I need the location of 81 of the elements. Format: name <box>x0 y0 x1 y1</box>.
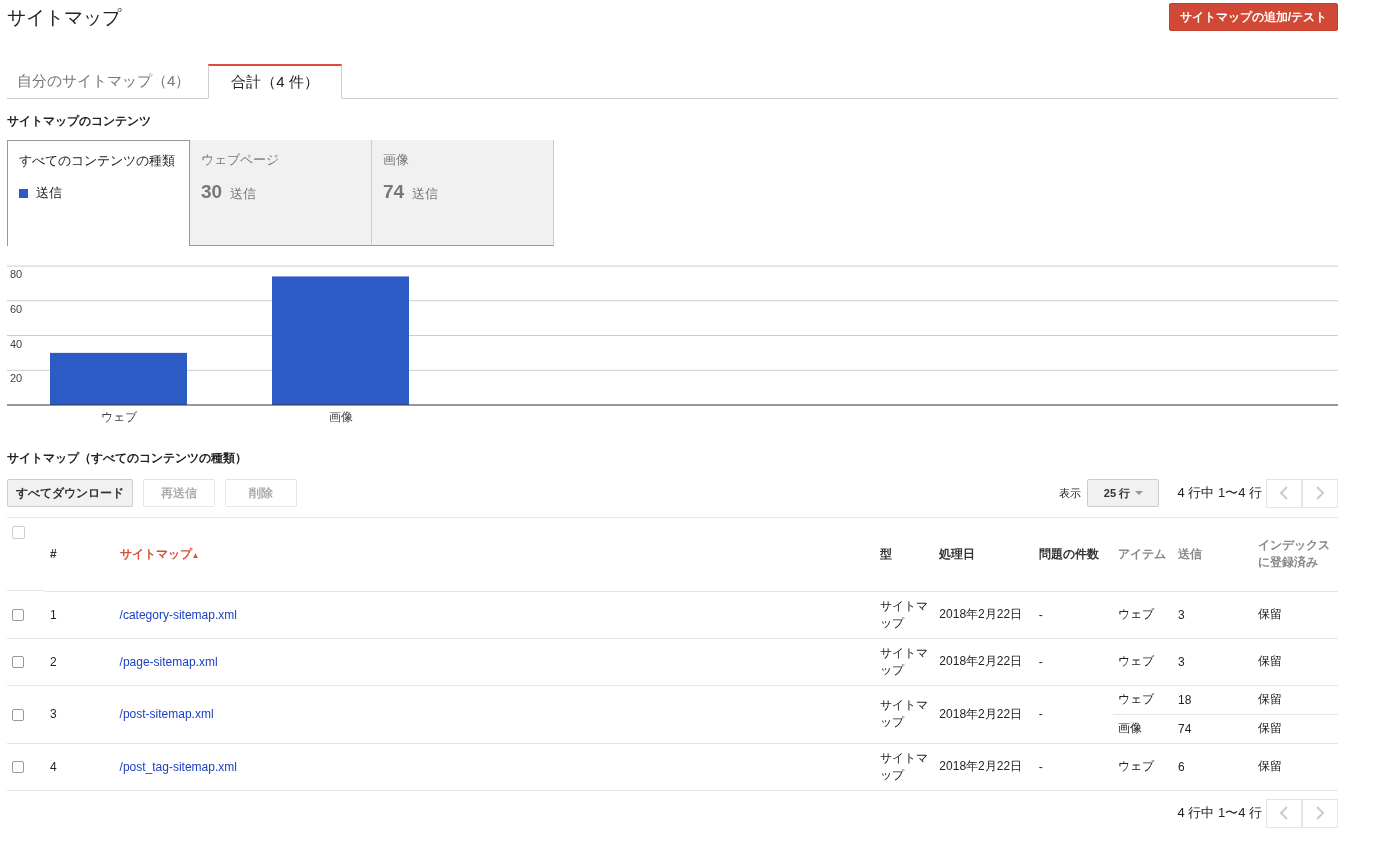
row-number: 2 <box>50 654 57 669</box>
table-cell: ウェブ <box>1118 607 1155 621</box>
y-tick-label: 40 <box>10 337 23 350</box>
table-cell: 2018年2月22日 <box>939 607 1023 621</box>
table-cell: 保留 <box>1257 721 1282 735</box>
table-cell: ウェブ <box>1118 692 1155 706</box>
table-cell: サイトマップ <box>879 698 928 729</box>
section-heading: サイトマップのコンテンツ <box>7 113 152 130</box>
count-value: 74 <box>383 181 405 203</box>
card-label: ウェブページ <box>201 151 280 169</box>
table-cell: 画像 <box>1118 721 1143 735</box>
column-header[interactable]: アイテム <box>1118 545 1168 563</box>
add-sitemap-button[interactable]: サイトマップの追加/テスト <box>1168 3 1338 31</box>
content-type-card[interactable]: ウェブページ 30 送信 <box>190 140 372 246</box>
column-header[interactable]: # <box>50 547 110 562</box>
page-range: 4 行中 1〜4 行 <box>1177 484 1262 502</box>
x-axis-label: ウェブ <box>100 410 137 424</box>
rows-per-page-dropdown[interactable]: 25 行 <box>1087 479 1160 507</box>
y-tick-label: 20 <box>10 372 23 385</box>
table-cell: 74 <box>1178 721 1192 736</box>
table-cell: 2018年2月22日 <box>939 706 1023 721</box>
row-number: 3 <box>50 707 57 721</box>
table-cell: ウェブ <box>1118 654 1155 668</box>
show-label: 表示 <box>1059 485 1082 501</box>
table-cell: - <box>1038 707 1043 721</box>
chevron-left-icon <box>1280 806 1288 820</box>
column-header[interactable]: サイトマップ▲ <box>119 545 870 563</box>
column-header[interactable]: 問題の件数 <box>1038 545 1109 563</box>
table-cell: - <box>1038 759 1043 774</box>
chevron-right-icon <box>1316 486 1324 500</box>
table-cell: ウェブ <box>1118 759 1155 773</box>
tab[interactable]: 合計（4 件） <box>208 64 342 99</box>
toolbar-button[interactable]: すべてダウンロード <box>7 479 133 507</box>
row-number: 4 <box>50 759 57 774</box>
sitemap-link[interactable]: /page-sitemap.xml <box>119 654 218 669</box>
legend-label: 送信 <box>36 184 62 202</box>
table-cell: 保留 <box>1257 692 1282 706</box>
row-checkbox[interactable] <box>12 609 24 622</box>
x-axis-label: 画像 <box>328 410 353 424</box>
row-checkbox[interactable] <box>12 761 24 774</box>
caret-icon <box>1135 491 1144 495</box>
table-cell: サイトマップ <box>879 750 928 782</box>
table-cell: 2018年2月22日 <box>939 759 1023 773</box>
table-cell: 2018年2月22日 <box>939 654 1023 668</box>
content-type-card[interactable]: 画像 74 送信 <box>372 140 554 246</box>
table-cell: 18 <box>1178 692 1192 707</box>
column-header[interactable]: インデックスに登録済み <box>1257 537 1333 572</box>
tab[interactable]: 自分のサイトマップ（4） <box>7 64 201 98</box>
column-header[interactable]: 送信 <box>1178 545 1248 563</box>
column-header[interactable]: 処理日 <box>939 545 1029 563</box>
card-label: すべてのコンテンツの種類 <box>19 152 176 170</box>
card-label: 画像 <box>383 151 410 169</box>
column-header[interactable]: 型 <box>879 545 930 563</box>
y-tick-label: 80 <box>10 268 23 280</box>
count-value: 30 <box>201 181 223 203</box>
chevron-left-icon <box>1280 486 1288 500</box>
chevron-right-icon <box>1316 806 1324 820</box>
select-all-checkbox[interactable] <box>12 526 25 539</box>
row-checkbox[interactable] <box>12 656 24 669</box>
sitemap-link[interactable]: /post_tag-sitemap.xml <box>119 759 237 774</box>
y-tick-label: 60 <box>10 302 23 315</box>
table-cell: 3 <box>1178 607 1185 622</box>
table-cell: サイトマップ <box>879 645 928 677</box>
table-cell: 保留 <box>1257 654 1282 668</box>
table-cell: 保留 <box>1257 607 1282 621</box>
table-cell: - <box>1038 607 1043 622</box>
count-unit: 送信 <box>412 185 439 203</box>
table-cell: 3 <box>1178 654 1185 669</box>
table-cell: - <box>1038 654 1043 669</box>
row-number: 1 <box>50 607 57 622</box>
page-title: サイトマップ <box>7 6 121 30</box>
table-cell: 6 <box>1178 759 1185 774</box>
table-cell: 保留 <box>1257 759 1282 773</box>
sitemap-link[interactable]: /category-sitemap.xml <box>119 607 237 622</box>
page-range: 4 行中 1〜4 行 <box>1177 804 1262 822</box>
sitemap-link[interactable]: /post-sitemap.xml <box>119 707 214 721</box>
row-checkbox[interactable] <box>12 708 24 721</box>
content-type-card[interactable]: すべてのコンテンツの種類 送信 <box>7 140 190 246</box>
count-unit: 送信 <box>230 185 257 203</box>
section-heading: サイトマップ（すべてのコンテンツの種類） <box>7 450 248 467</box>
table-cell: サイトマップ <box>879 598 928 630</box>
